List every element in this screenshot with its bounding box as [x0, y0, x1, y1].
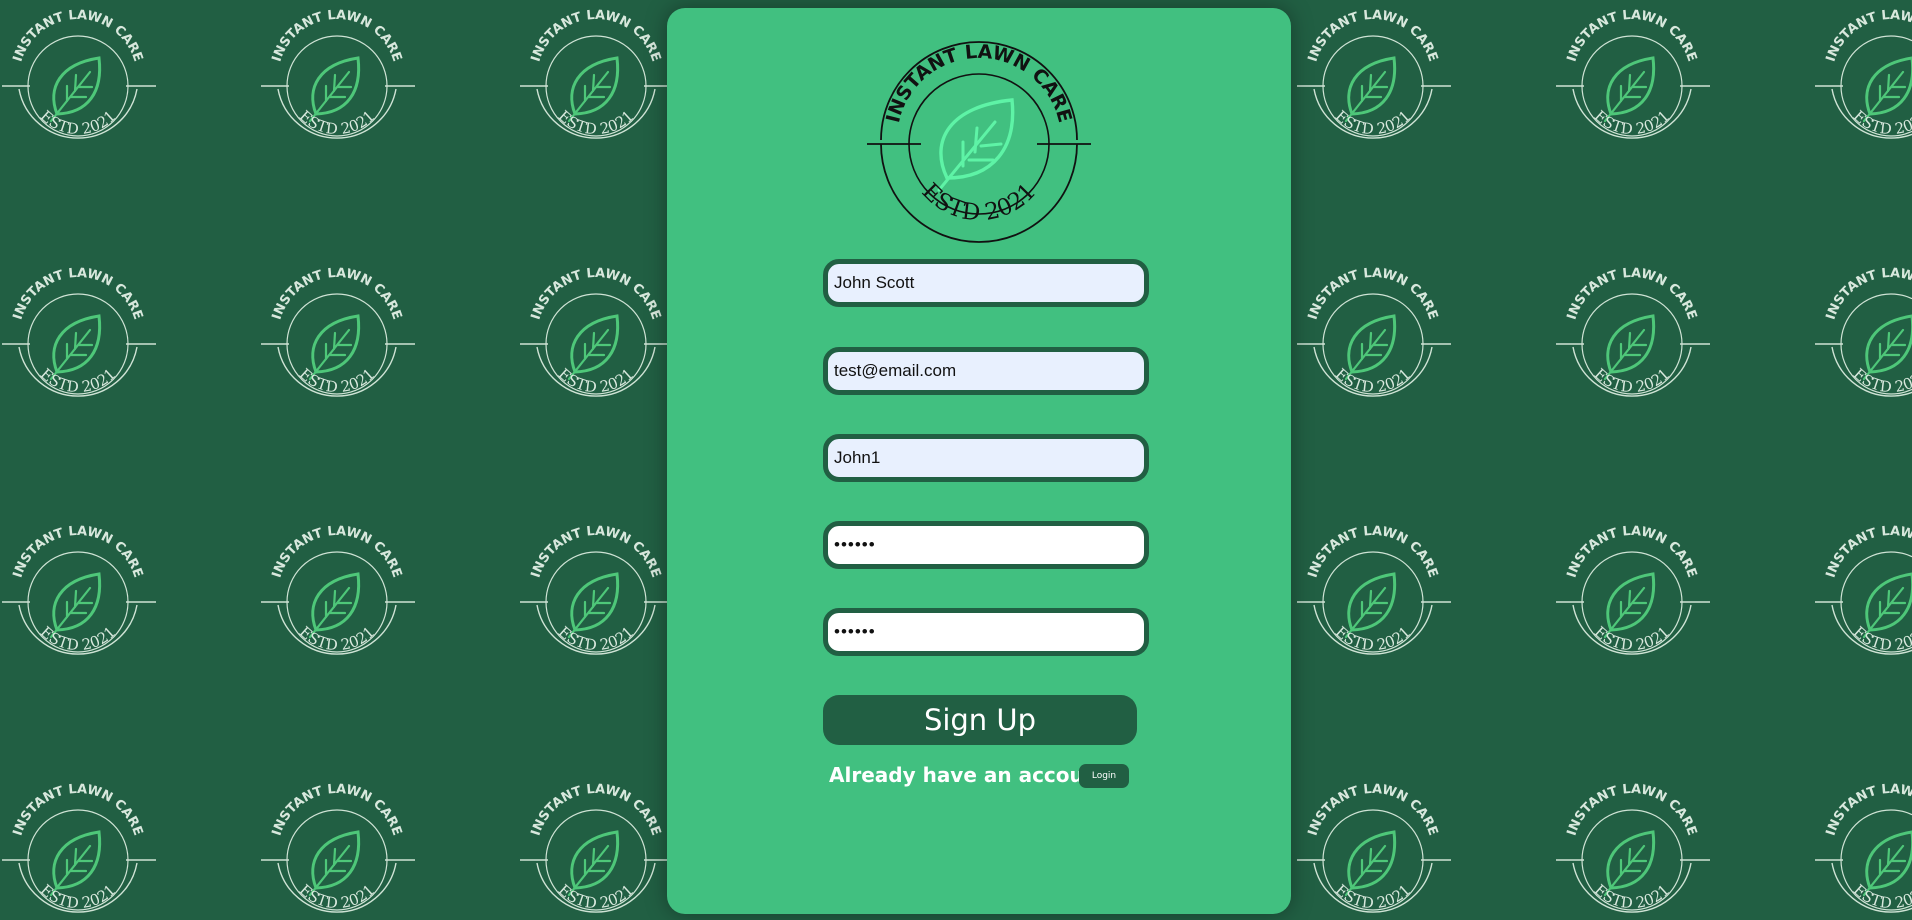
lawn-care-logo: INSTANT LAWN CARE ESTD 2021 [867, 41, 1091, 243]
sign-up-button[interactable]: Sign Up [823, 695, 1137, 745]
email-input[interactable] [823, 347, 1149, 395]
logo-arc-established: ESTD 2021 [917, 178, 1042, 226]
login-button[interactable]: Login [1079, 764, 1129, 788]
already-have-account-text: Already have an account? [829, 763, 1120, 787]
username-input[interactable] [823, 434, 1149, 482]
password-input[interactable] [823, 521, 1149, 569]
leaf-icon [937, 98, 1015, 192]
confirm-password-input[interactable] [823, 608, 1149, 656]
full-name-input[interactable] [823, 259, 1149, 307]
logo-arc-title: INSTANT LAWN CARE [882, 41, 1076, 125]
signup-card: INSTANT LAWN CARE ESTD 2021 Sign Up Alre… [667, 8, 1291, 914]
